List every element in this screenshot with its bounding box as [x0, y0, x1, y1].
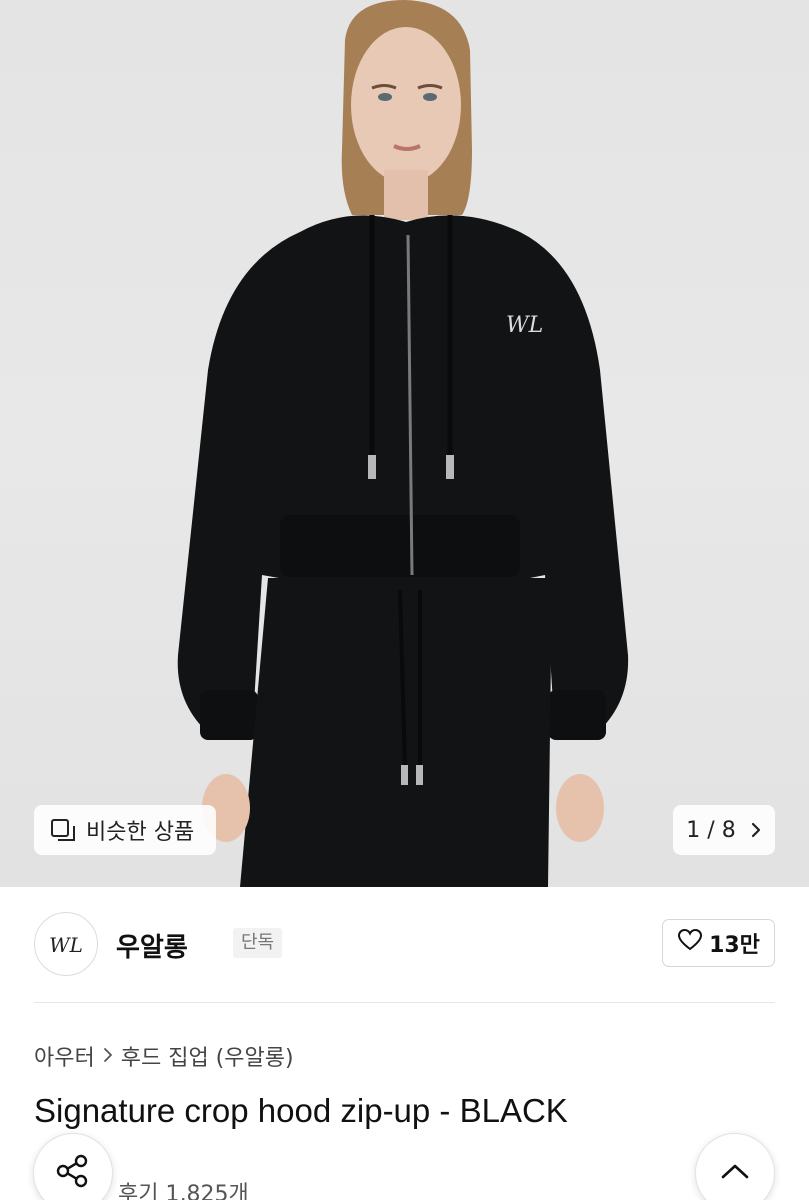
exclusive-badge: 단독 — [233, 928, 283, 958]
review-count-link[interactable]: 후기 1,825개 — [118, 1176, 249, 1200]
product-image-carousel[interactable]: WL 비슷한 상품 1 / 8 — [0, 0, 809, 887]
breadcrumb-item-category[interactable]: 아우터 — [34, 1040, 95, 1072]
chevron-right-icon — [103, 1044, 113, 1068]
image-page-indicator[interactable]: 1 / 8 — [673, 805, 775, 855]
chevron-up-icon — [719, 1161, 751, 1185]
brand-name[interactable]: 우알롱 — [116, 927, 188, 964]
similar-items-button[interactable]: 비슷한 상품 — [34, 805, 216, 855]
brand-row: WL 우알롱 단독 13만 — [34, 912, 775, 978]
brand-logo[interactable]: WL — [34, 912, 98, 976]
product-title: Signature crop hood zip-up - BLACK — [34, 1092, 568, 1129]
heart-icon — [677, 928, 703, 958]
share-icon — [53, 1151, 93, 1195]
share-button[interactable] — [33, 1133, 113, 1200]
similar-items-label: 비슷한 상품 — [86, 820, 195, 845]
scroll-top-button[interactable] — [695, 1133, 775, 1200]
page-indicator-text: 1 / 8 — [686, 817, 736, 843]
like-count: 13만 — [709, 933, 760, 958]
section-divider — [34, 1002, 775, 1003]
svg-text:WL: WL — [506, 313, 543, 338]
like-button[interactable]: 13만 — [662, 919, 775, 967]
breadcrumb: 아우터 후드 집업 (우알롱) — [34, 1040, 294, 1072]
breadcrumb-item-subcategory[interactable]: 후드 집업 (우알롱) — [121, 1040, 294, 1072]
product-photo: WL — [177, 0, 629, 887]
chevron-right-icon — [750, 821, 762, 839]
brand-logo-text: WL — [49, 933, 83, 957]
similar-items-icon — [50, 818, 76, 842]
